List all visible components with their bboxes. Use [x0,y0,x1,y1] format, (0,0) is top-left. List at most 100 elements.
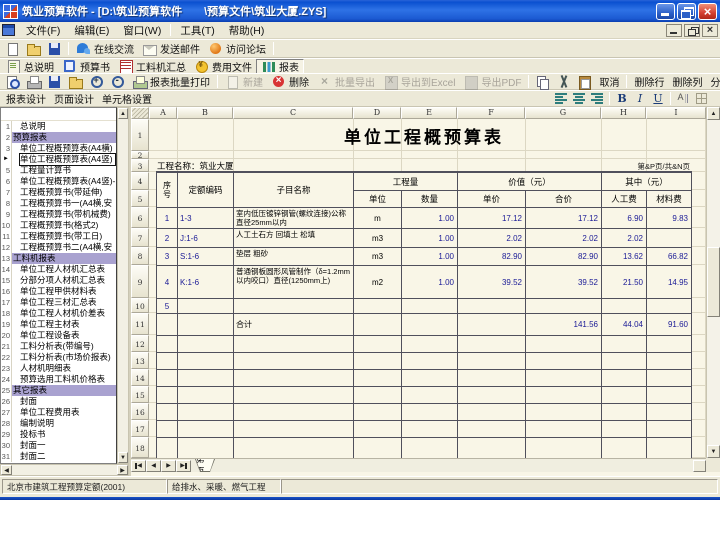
grid-column-header[interactable]: C [233,107,353,119]
sidebar-item[interactable]: 23 人材机明细表 [1,363,116,374]
sidebar-item[interactable]: 1 总说明 [1,121,116,132]
fee-file-button[interactable]: 费用文件 [190,59,256,74]
zoom-in-button[interactable] [86,74,107,89]
grid-row-header[interactable]: 14 [131,369,149,386]
sidebar-item[interactable]: 29 投标书 [1,429,116,440]
sidebar-item[interactable]: 8 工程概预算书一(A4横,安 [1,198,116,209]
scroll-left-icon[interactable]: ◀ [1,465,12,475]
send-mail-button[interactable]: 发送邮件 [138,41,204,56]
report-view-button[interactable]: 报表 [256,58,304,74]
sidebar-item[interactable]: 15 分部分项人材机汇总表 [1,275,116,286]
align-right-button[interactable] [588,91,606,106]
minimize-button[interactable] [656,2,675,20]
export-pdf-button[interactable]: 导出PDF [459,74,525,90]
last-page-nav-button[interactable]: ▶ [176,459,191,472]
mdi-close-button[interactable] [702,23,718,37]
zoom-out-button[interactable] [107,74,128,89]
scroll-right-icon[interactable]: ▶ [117,465,128,475]
page-break-button[interactable]: 分页 [706,74,720,89]
sidebar-item[interactable]: 13 工料机报表 [1,253,116,264]
align-left-button[interactable] [552,91,570,106]
sidebar-item[interactable]: 9 工程概预算书(带机械费) [1,209,116,220]
close-button[interactable] [698,2,717,20]
sidebar-item[interactable]: 21 工料分析表(带编号) [1,341,116,352]
visit-forum-button[interactable]: 访问论坛 [204,41,270,56]
grid-row-header[interactable]: 2 [131,151,149,160]
scrollbar-track[interactable] [12,465,117,475]
cell-borders-button[interactable] [692,91,710,106]
sheet-tab-first-page[interactable]: 第一页 [195,459,215,472]
grid-row-header[interactable]: 17 [131,420,149,437]
scroll-down-icon[interactable]: ▼ [707,445,720,458]
report-list-vertical-scrollbar[interactable]: ▲ ▼ [117,107,129,464]
online-chat-button[interactable]: 在线交流 [72,41,138,56]
grid-row-header[interactable]: 6 [131,207,149,228]
cut-button[interactable] [553,74,574,89]
budget-book-button[interactable]: 预算书 [58,59,114,74]
grid-row-header[interactable]: 4 [131,172,149,190]
sidebar-item[interactable]: 27 单位工程费用表 [1,407,116,418]
grid-row-header[interactable]: 5 [131,190,149,207]
grid-column-header[interactable]: I [646,107,706,119]
sidebar-item[interactable]: 25 其它报表 [1,385,116,396]
italic-button[interactable]: I [631,91,649,106]
report-list-horizontal-scrollbar[interactable]: ◀ ▶ [0,464,129,476]
sidebar-item[interactable]: 20 单位工程设备表 [1,330,116,341]
scroll-down-icon[interactable]: ▼ [118,452,128,463]
grid-column-header[interactable]: E [401,107,457,119]
report-sheet[interactable]: 单位工程概预算表 工程名称：筑业大厦 第&P页/共&N页 序号 定额编码 子目名称工… [149,119,706,458]
grid-column-header[interactable]: A [149,107,177,119]
mdi-minimize-button[interactable] [666,23,682,37]
sidebar-item[interactable]: 12 工程概预算书二(A4横,安 [1,242,116,253]
sidebar-item[interactable]: 6 单位工程概预算表(A4竖)- [1,176,116,187]
sidebar-item[interactable]: 19 单位工程主材表 [1,319,116,330]
scroll-up-icon[interactable]: ▲ [707,107,720,120]
sidebar-item[interactable]: 7 工程概预算书(带延伸) [1,187,116,198]
menu-tools[interactable]: 工具(T) [173,22,221,39]
sidebar-item[interactable]: 16 单位工程甲供材料表 [1,286,116,297]
sidebar-item[interactable]: 10 工程概预算书(格式2) [1,220,116,231]
sidebar-item[interactable]: 14 单位工程人材机汇总表 [1,264,116,275]
new-file-button[interactable] [2,41,23,56]
grid-row-header[interactable]: 16 [131,403,149,420]
mdi-restore-button[interactable] [684,23,700,37]
open-report-button[interactable] [65,74,86,89]
sidebar-item[interactable]: 26 封面 [1,396,116,407]
grid-row-header[interactable]: 3 [131,159,149,172]
save-file-button[interactable] [44,41,65,56]
grid-vertical-scrollbar[interactable]: ▲ ▼ [706,107,720,458]
cancel-button[interactable]: 取消 [595,74,623,89]
scroll-up-icon[interactable]: ▲ [118,108,128,119]
first-page-nav-button[interactable]: ◀ [131,459,146,472]
grid-row-header[interactable]: 10 [131,298,149,313]
restore-button[interactable] [677,2,696,20]
menu-help[interactable]: 帮助(H) [222,22,272,39]
sidebar-item[interactable]: 2 预算报表 [1,132,116,143]
grid-column-header[interactable]: G [525,107,601,119]
new-report-button[interactable]: 新建 [221,74,267,89]
bold-button[interactable]: B [613,91,631,106]
sidebar-item[interactable]: ► 单位工程概预算表(A4竖) [1,153,116,166]
grid-row-header[interactable]: 9 [131,265,149,298]
align-center-button[interactable] [570,91,588,106]
sidebar-item[interactable]: 28 编制说明 [1,418,116,429]
report-table[interactable]: 序号 定额编码 子目名称 工程量 价值（元） 其中（元） 单位 数量 单价 合价 人工费 材料费 1 1-… [156,172,692,458]
menu-edit[interactable]: 编辑(E) [67,22,116,39]
save-report-button[interactable] [44,74,65,89]
grid-row-header[interactable]: 11 [131,313,149,335]
batch-print-button[interactable]: 报表批量打印 [128,74,214,89]
sidebar-item[interactable]: 18 单位工程人材机价差表 [1,308,116,319]
grid-row-header[interactable]: 1 [131,119,149,151]
grid-row-header[interactable]: 8 [131,247,149,265]
next-page-nav-button[interactable]: ▶ [161,459,176,472]
page-design-button[interactable]: 页面设计 [50,91,98,106]
open-file-button[interactable] [23,41,44,56]
delete-row-button[interactable]: 删除行 [630,74,668,89]
batch-export-button[interactable]: 批量导出 [313,74,379,90]
material-summary-button[interactable]: 工料机汇总 [114,59,190,74]
grid-row-header[interactable]: 18 [131,437,149,458]
grid-row-header[interactable]: 12 [131,335,149,352]
sidebar-item[interactable]: 24 预算选用工料机价格表 [1,374,116,385]
vertical-text-button[interactable] [674,91,692,106]
cell-settings-button[interactable]: 单元格设置 [98,91,156,106]
